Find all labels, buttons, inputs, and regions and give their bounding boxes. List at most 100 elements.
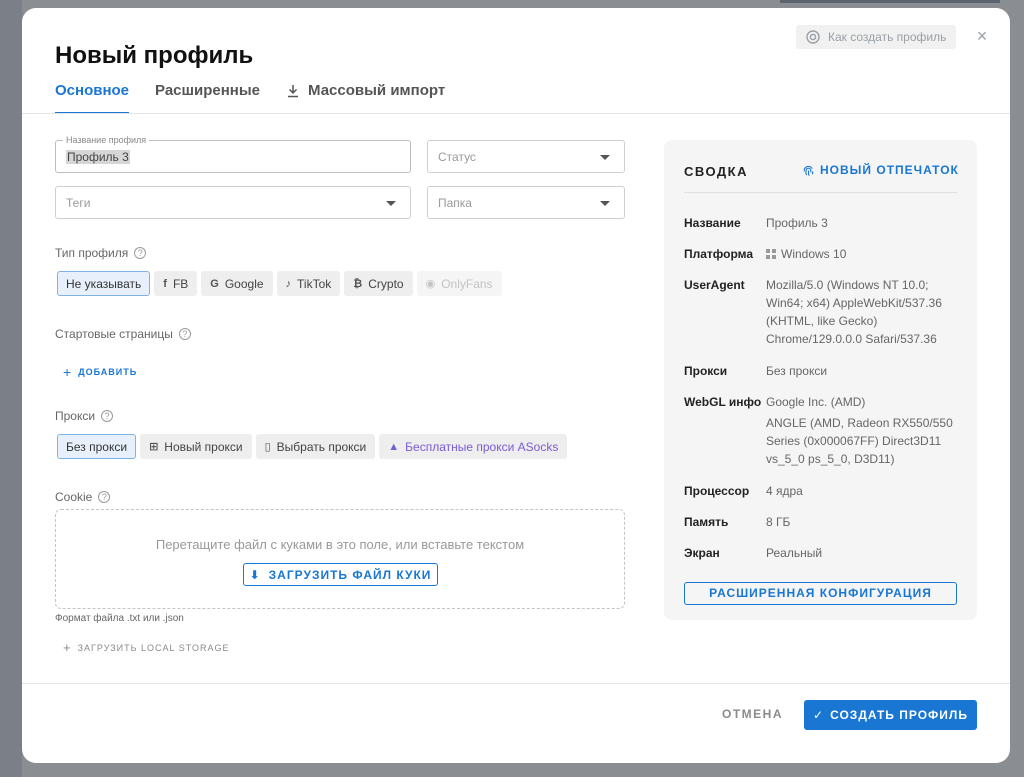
summary-key: WebGL инфо [684, 395, 762, 409]
profile-type-onlyfans: ◉ OnlyFans [416, 271, 502, 296]
profile-name-value: Профиль 3 [66, 150, 130, 164]
new-fingerprint-button[interactable]: НОВЫЙ ОТПЕЧАТОК [802, 163, 959, 177]
background-sidebar [0, 0, 22, 777]
cookie-format-hint: Формат файла .txt или .json [55, 613, 184, 624]
summary-key: Название [684, 216, 741, 230]
summary-key: Экран [684, 546, 720, 560]
profile-type-none[interactable]: Не указывать [57, 271, 151, 296]
profile-type-fb[interactable]: f FB [154, 271, 198, 296]
summary-panel: СВОДКА НОВЫЙ ОТПЕЧАТОК Название Профиль … [664, 140, 977, 620]
status-select[interactable]: Статус [427, 140, 625, 173]
summary-value: 8 ГБ [766, 515, 791, 529]
help-icon[interactable]: ? [101, 410, 114, 422]
summary-title: СВОДКА [684, 164, 748, 179]
cookie-heading: Cookie ? [55, 490, 111, 504]
add-box-icon: ⊞ [149, 441, 159, 453]
summary-key: Память [684, 515, 729, 529]
tab-advanced[interactable]: Расширенные [155, 82, 260, 114]
tab-bulk-import[interactable]: Массовый импорт [286, 82, 445, 114]
proxy-none[interactable]: Без прокси [57, 434, 137, 459]
dialog-title: Новый профиль [55, 42, 254, 69]
how-to-create-label: Как создать профиль [828, 30, 947, 44]
summary-value: Без прокси [766, 364, 828, 378]
profile-name-input[interactable]: Название профиля Профиль 3 [55, 135, 411, 173]
download-icon: ⬇ [249, 567, 261, 582]
tab-basic[interactable]: Основное [55, 82, 130, 114]
footer-divider [22, 683, 1010, 684]
proxy-new[interactable]: ⊞ Новый прокси [140, 434, 252, 459]
google-icon: G [210, 277, 219, 290]
chip-label: Google [224, 276, 264, 291]
summary-value: Mozilla/5.0 (Windows NT 10.0; Win64; x64… [766, 278, 942, 346]
background-topbar [780, 0, 1000, 3]
summary-value: 4 ядра [766, 484, 803, 498]
summary-value: Реальный [766, 546, 823, 560]
summary-value: Google Inc. (AMD) [766, 395, 866, 409]
cookie-dropzone-text: Перетащите файл с куками в это поле, или… [155, 537, 525, 552]
check-icon: ✓ [813, 708, 825, 722]
profile-type-crypto[interactable]: ₿ Crypto [344, 271, 413, 296]
chevron-down-icon [600, 201, 610, 206]
chip-label: Crypto [368, 276, 404, 291]
profile-type-options: Не указывать f FB G Google ♪ TikTok ₿ Crypto… [57, 271, 502, 296]
fingerprint-icon [803, 165, 814, 176]
proxy-label: Прокси [55, 409, 96, 423]
help-icon[interactable]: ? [178, 328, 191, 340]
close-icon[interactable]: × [973, 27, 991, 45]
summary-divider [684, 192, 957, 193]
cookie-dropzone[interactable]: Перетащите файл с куками в это поле, или… [55, 509, 625, 609]
chevron-down-icon [386, 201, 396, 206]
new-profile-dialog: Новый профиль Как создать профиль × Осно… [22, 8, 1010, 763]
how-to-create-button[interactable]: Как создать профиль [796, 25, 957, 49]
upload-local-storage-label: ЗАГРУЗИТЬ LOCAL STORAGE [77, 642, 230, 653]
help-icon[interactable]: ? [134, 247, 147, 259]
status-placeholder: Статус [438, 150, 476, 164]
start-pages-label: Стартовые страницы [55, 327, 173, 341]
chip-label: Без прокси [66, 439, 128, 454]
chip-label: TikTok [297, 276, 332, 291]
plus-icon: + [63, 640, 72, 655]
advanced-config-button[interactable]: РАСШИРЕННАЯ КОНФИГУРАЦИЯ [684, 582, 957, 605]
proxy-options: Без прокси ⊞ Новый прокси ▯ Выбрать прокси… [57, 434, 568, 459]
tabs-divider [22, 113, 1010, 114]
summary-key: Прокси [684, 364, 728, 378]
bookmark-icon: ▯ [264, 441, 271, 453]
tags-select[interactable]: Теги [55, 186, 411, 219]
folder-placeholder: Папка [438, 196, 472, 210]
upload-cookie-label: ЗАГРУЗИТЬ ФАЙЛ КУКИ [268, 567, 432, 582]
start-pages-heading: Стартовые страницы ? [55, 327, 191, 341]
chip-label: Новый прокси [164, 439, 243, 454]
profile-type-heading: Тип профиля ? [55, 246, 147, 260]
tags-placeholder: Теги [66, 196, 91, 210]
upload-cookie-button[interactable]: ⬇ ЗАГРУЗИТЬ ФАЙЛ КУКИ [243, 563, 438, 586]
lifebuoy-icon [806, 30, 820, 44]
asocks-icon: ▲ [388, 440, 400, 453]
chip-label: Бесплатные прокси ASocks [405, 439, 559, 454]
cancel-button[interactable]: ОТМЕНА [722, 707, 783, 721]
chevron-down-icon [600, 155, 610, 160]
create-profile-button[interactable]: ✓ СОЗДАТЬ ПРОФИЛЬ [804, 700, 977, 730]
tab-label: Массовый импорт [308, 82, 446, 99]
tab-label: Расширенные [155, 82, 261, 99]
summary-value: ANGLE (AMD, Radeon RX550/550 Series (0x0… [766, 416, 953, 466]
profile-type-tiktok[interactable]: ♪ TikTok [276, 271, 341, 296]
chip-label: FB [172, 276, 189, 291]
facebook-icon: f [163, 277, 167, 290]
new-fingerprint-label: НОВЫЙ ОТПЕЧАТОК [820, 163, 959, 177]
add-start-page-label: ДОБАВИТЬ [78, 367, 138, 377]
add-start-page-button[interactable]: + ДОБАВИТЬ [63, 364, 137, 380]
tiktok-icon: ♪ [285, 277, 292, 290]
folder-select[interactable]: Папка [427, 186, 625, 219]
help-icon[interactable]: ? [98, 491, 111, 503]
proxy-asocks-free[interactable]: ▲ Бесплатные прокси ASocks [379, 434, 568, 459]
chip-label: Выбрать прокси [276, 439, 367, 454]
summary-key: Платформа [684, 247, 754, 261]
profile-type-google[interactable]: G Google [201, 271, 273, 296]
summary-key: UserAgent [684, 278, 745, 292]
upload-local-storage-button[interactable]: + ЗАГРУЗИТЬ LOCAL STORAGE [63, 640, 230, 655]
tab-label: Основное [55, 82, 130, 99]
proxy-select[interactable]: ▯ Выбрать прокси [255, 434, 376, 459]
summary-key: Процессор [684, 484, 750, 498]
platform-value: Windows 10 [781, 247, 847, 261]
windows-icon [766, 249, 776, 259]
